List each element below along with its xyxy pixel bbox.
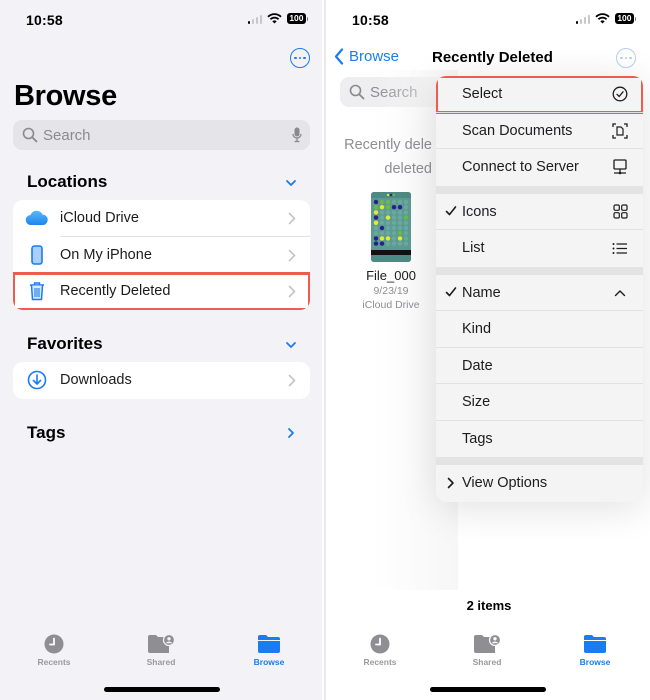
favorite-label: Downloads (60, 372, 132, 389)
page-title: Browse (14, 80, 117, 112)
status-bar: 10:58 100 (0, 10, 322, 30)
options-menu: Select Scan Documents Connect to Server … (436, 76, 643, 502)
chevron-right-icon (288, 285, 296, 298)
icloud-icon (25, 207, 49, 229)
menu-separator (436, 266, 643, 275)
tab-browse[interactable]: Browse (229, 634, 309, 667)
favorites-list: Downloads (13, 362, 310, 399)
shared-folder-icon (148, 634, 175, 653)
list-icon (611, 239, 629, 257)
tab-recents[interactable]: Recents (14, 634, 94, 667)
location-label: On My iPhone (60, 246, 152, 263)
chevron-down-icon[interactable] (284, 338, 298, 352)
chevron-up-icon (611, 284, 629, 302)
menu-item-sort-name[interactable]: Name (436, 275, 643, 312)
locations-list: iCloud Drive On My iPhone Recently Delet… (13, 200, 310, 310)
file-date: 9/23/19 (373, 285, 409, 297)
scan-document-icon (611, 122, 629, 140)
menu-item-sort-tags[interactable]: Tags (436, 421, 643, 458)
tab-bar: Recents Shared Browse (328, 634, 650, 674)
more-options-button[interactable] (290, 48, 310, 68)
back-label: Browse (349, 48, 400, 65)
tab-bar: Recents Shared Browse (0, 634, 322, 674)
recently-deleted-screen: 10:58 100 Browse Recently Deleted Search… (328, 0, 650, 700)
menu-item-sort-date[interactable]: Date (436, 348, 643, 385)
clock-icon (370, 634, 390, 654)
chevron-down-icon[interactable] (284, 176, 298, 190)
chevron-right-icon (288, 249, 296, 261)
download-icon (25, 369, 49, 391)
search-icon (22, 127, 38, 143)
tab-shared[interactable]: Shared (121, 634, 201, 667)
favorites-header: Favorites (27, 334, 103, 353)
back-button[interactable]: Browse (334, 48, 399, 65)
menu-item-connect-to-server[interactable]: Connect to Server (436, 149, 643, 186)
menu-item-sort-size[interactable]: Size (436, 384, 643, 421)
iphone-icon (25, 244, 49, 266)
wifi-icon (595, 13, 610, 24)
items-count: 2 items (466, 598, 512, 613)
trash-icon (25, 280, 49, 302)
checkmark-circle-icon (611, 85, 629, 103)
file-item[interactable]: File_000 9/23/19 iCloud Drive (356, 192, 426, 311)
chevron-right-icon (288, 374, 296, 387)
menu-item-scan-documents[interactable]: Scan Documents (436, 113, 643, 150)
chevron-left-icon (334, 48, 344, 65)
menu-item-sort-kind[interactable]: Kind (436, 311, 643, 348)
locations-header: Locations (27, 172, 108, 191)
menu-item-select[interactable]: Select (436, 76, 643, 114)
menu-item-list[interactable]: List (436, 230, 643, 267)
chevron-right-icon (288, 212, 296, 225)
battery-icon: 100 (615, 13, 636, 24)
nav-title: Recently Deleted (432, 49, 553, 66)
checkmark-icon (445, 286, 457, 296)
wifi-icon (267, 13, 282, 24)
browse-screen: 10:58 100 Browse Search Locations iCloud… (0, 0, 322, 700)
microphone-icon[interactable] (292, 127, 302, 143)
status-bar: 10:58 100 (328, 10, 650, 30)
menu-item-icons[interactable]: Icons (436, 194, 643, 231)
grid-icon (611, 203, 629, 221)
location-icloud-drive[interactable]: iCloud Drive (13, 200, 310, 237)
menu-separator (436, 457, 643, 465)
file-location: iCloud Drive (362, 299, 420, 311)
chevron-right-icon (447, 477, 454, 489)
search-placeholder: Search (43, 126, 91, 144)
menu-item-view-options[interactable]: View Options (436, 465, 643, 502)
checkmark-icon (445, 205, 457, 215)
chevron-right-icon[interactable] (284, 426, 298, 440)
location-recently-deleted[interactable]: Recently Deleted (13, 272, 310, 310)
folder-icon (258, 635, 280, 653)
battery-icon: 100 (287, 13, 308, 24)
status-time: 10:58 (352, 12, 389, 28)
favorite-downloads[interactable]: Downloads (13, 362, 310, 399)
cellular-signal-icon (575, 14, 591, 24)
menu-separator (436, 185, 643, 194)
home-indicator[interactable] (430, 687, 546, 692)
folder-icon (584, 635, 606, 653)
location-on-my-iphone[interactable]: On My iPhone (13, 237, 310, 274)
file-name: File_000 (366, 268, 416, 283)
search-field[interactable]: Search (13, 120, 310, 150)
location-label: Recently Deleted (60, 283, 171, 300)
shared-folder-icon (474, 634, 501, 653)
info-note: Recently dele deleted (344, 137, 432, 177)
file-thumbnail (371, 192, 411, 262)
location-label: iCloud Drive (60, 210, 139, 227)
home-indicator[interactable] (104, 687, 220, 692)
tags-header[interactable]: Tags (27, 423, 65, 443)
status-time: 10:58 (26, 12, 63, 28)
server-icon (611, 158, 629, 176)
more-options-button[interactable] (616, 48, 636, 68)
tab-recents[interactable]: Recents (340, 634, 420, 667)
clock-icon (44, 634, 64, 654)
tab-browse[interactable]: Browse (555, 634, 635, 667)
cellular-signal-icon (247, 14, 263, 24)
tab-shared[interactable]: Shared (447, 634, 527, 667)
